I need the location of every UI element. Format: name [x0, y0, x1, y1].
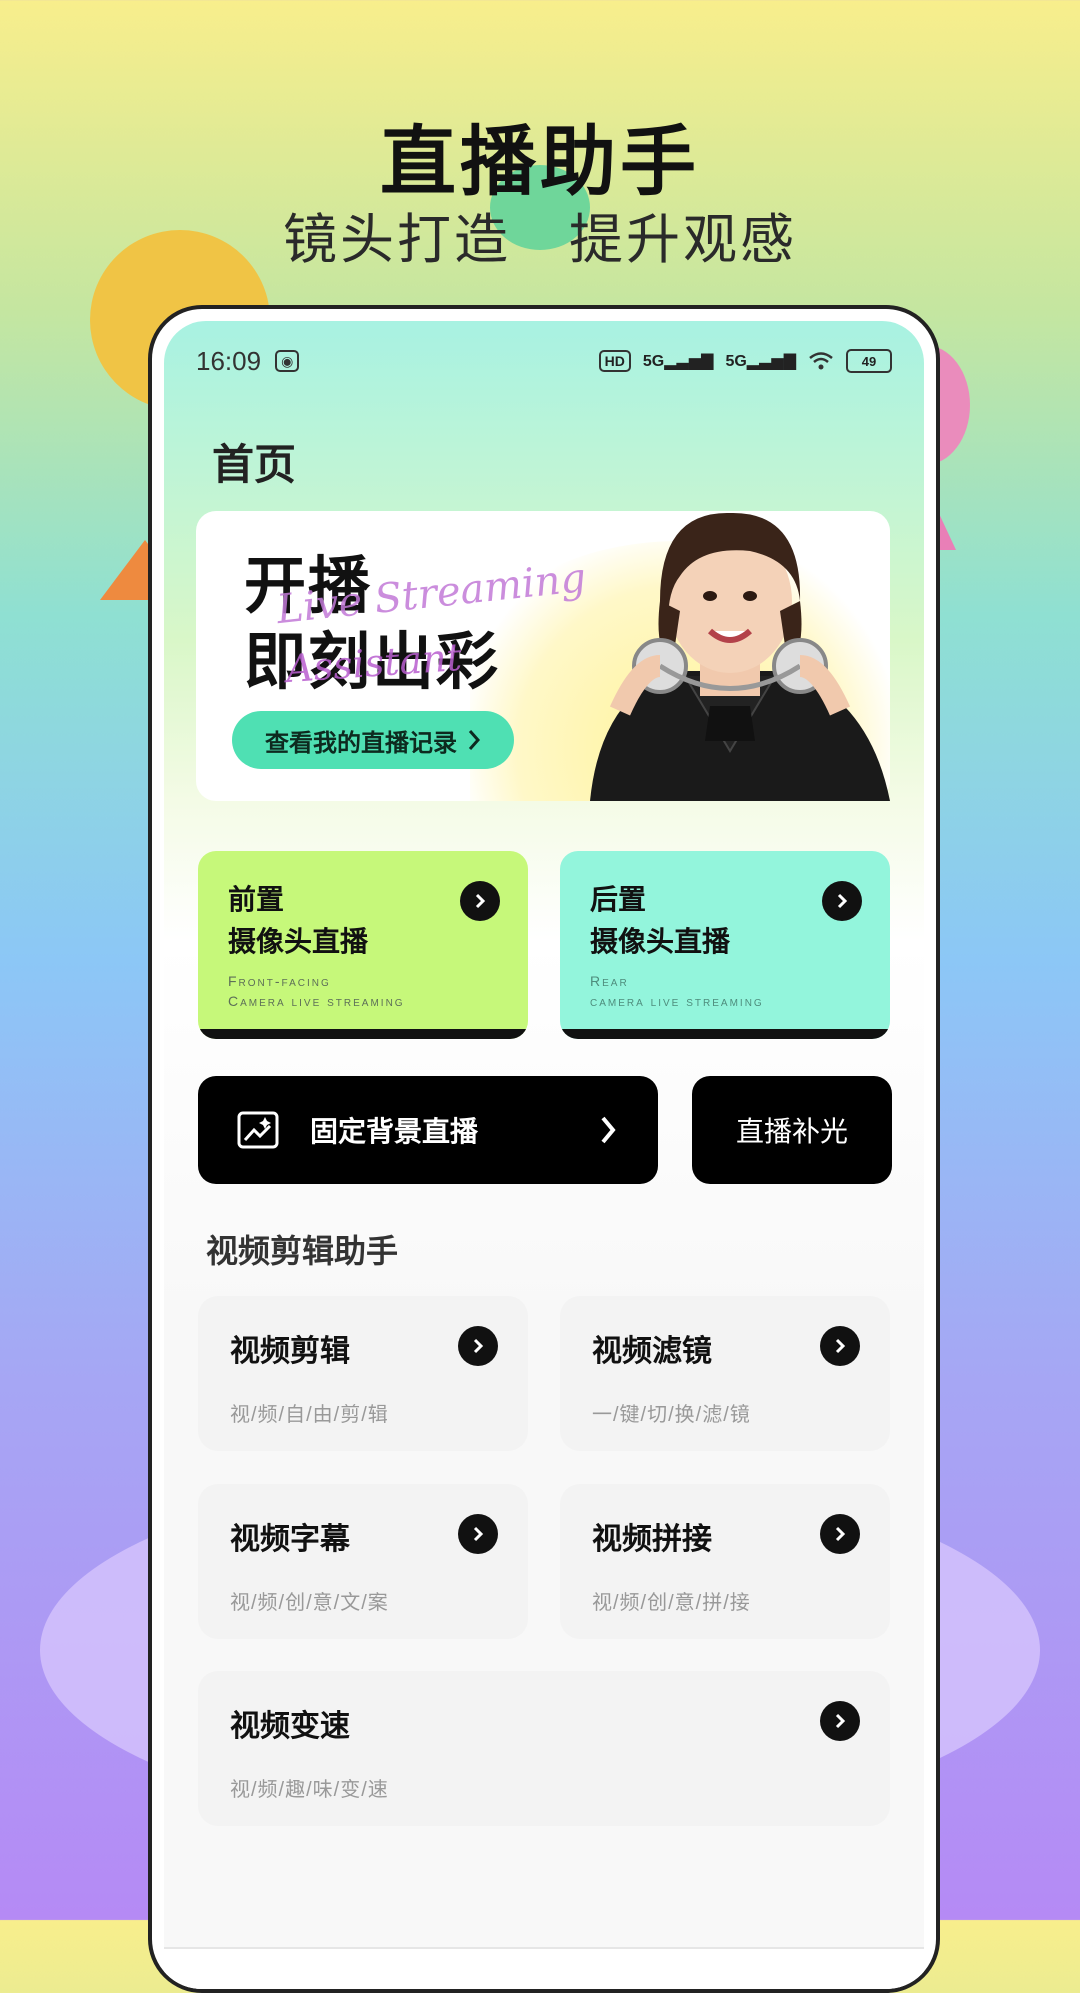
tool-card-video-subtitle[interactable]: 视频字幕 视/频/创/意/文/案	[198, 1484, 528, 1639]
tool-card-video-filter[interactable]: 视频滤镜 一/键/切/换/滤/镜	[560, 1296, 890, 1451]
card-base-bar	[560, 1029, 890, 1039]
arrow-right-icon	[458, 1326, 498, 1366]
rear-camera-subtitle: Rear camera live streaming	[590, 971, 764, 1011]
front-camera-subtitle-line1: Front-facing	[228, 973, 331, 989]
tool-title: 视频变速	[230, 1710, 350, 1743]
promo-subtitle: 镜头打造 提升观感	[282, 210, 797, 270]
card-base-bar	[198, 1029, 528, 1039]
app-notification-icon: ◉	[275, 350, 300, 372]
front-camera-subtitle: Front-facing Camera live streaming	[228, 971, 405, 1011]
front-camera-title-line1: 前置	[228, 884, 285, 915]
arrow-right-icon	[458, 1514, 498, 1554]
promo-banner[interactable]: 开播 即刻出彩 Live Streaming Assistant 查看我的直播记…	[196, 511, 890, 801]
image-sparkle-icon	[237, 1111, 279, 1149]
view-live-records-button[interactable]: 查看我的直播记录	[232, 711, 514, 769]
tool-subtitle: 视/频/趣/味/变/速	[230, 1779, 389, 1801]
signal-5g-icon: 5G▂▃▅▇	[725, 353, 796, 370]
arrow-right-icon	[820, 1326, 860, 1366]
tool-subtitle: 视/频/自/由/剪/辑	[230, 1404, 389, 1426]
fill-light-label: 直播补光	[735, 1116, 848, 1147]
tool-title: 视频拼接	[592, 1523, 712, 1556]
rear-camera-subtitle-line2: camera live streaming	[590, 993, 764, 1009]
arrow-right-icon	[820, 1514, 860, 1554]
page-title: 首页	[212, 441, 297, 488]
view-live-records-label: 查看我的直播记录	[265, 729, 457, 757]
wifi-icon	[809, 352, 833, 370]
fixed-background-live-button[interactable]: 固定背景直播	[198, 1076, 658, 1184]
tool-title: 视频剪辑	[230, 1335, 350, 1368]
rear-camera-title-line2: 摄像头直播	[590, 926, 731, 957]
fill-light-button[interactable]: 直播补光	[692, 1076, 892, 1184]
arrow-right-icon	[822, 881, 862, 921]
front-camera-live-card[interactable]: 前置 摄像头直播 Front-facing Camera live stream…	[198, 851, 528, 1039]
front-camera-subtitle-line2: Camera live streaming	[228, 993, 405, 1009]
signal-5g-icon: 5G▂▃▅▇	[642, 353, 714, 370]
chevron-right-icon	[468, 730, 481, 750]
tool-title: 视频字幕	[230, 1523, 350, 1556]
status-bar: 16:09 ◉ HD 5G▂▃▅▇ 5G▂▃▅▇ 49	[196, 341, 892, 381]
tool-subtitle: 一/键/切/换/滤/镜	[592, 1404, 751, 1426]
section-title-video-editor: 视频剪辑助手	[206, 1233, 399, 1269]
signal-5g-label: 5G	[725, 353, 747, 370]
rear-camera-subtitle-line1: Rear	[590, 973, 629, 989]
front-camera-title: 前置 摄像头直播	[228, 879, 368, 963]
tool-card-video-clip[interactable]: 视频剪辑 视/频/自/由/剪/辑	[198, 1296, 528, 1451]
rear-camera-title-line1: 后置	[590, 884, 647, 915]
chevron-right-icon	[601, 1116, 616, 1144]
rear-camera-title: 后置 摄像头直播	[590, 879, 730, 963]
app-screen: 16:09 ◉ HD 5G▂▃▅▇ 5G▂▃▅▇ 49 首页 开播 即刻出彩 L…	[164, 321, 924, 1989]
tool-subtitle: 视/频/创/意/拼/接	[592, 1592, 751, 1614]
signal-5g-label: 5G	[642, 353, 665, 370]
arrow-right-icon	[820, 1701, 860, 1741]
tool-title: 视频滤镜	[592, 1335, 712, 1368]
promo-title: 直播助手	[380, 120, 700, 205]
battery-icon: 49	[846, 349, 892, 373]
tool-subtitle: 视/频/创/意/文/案	[230, 1592, 389, 1614]
phone-frame: 16:09 ◉ HD 5G▂▃▅▇ 5G▂▃▅▇ 49 首页 开播 即刻出彩 L…	[148, 305, 940, 1993]
host-illustration	[590, 512, 890, 801]
tool-card-video-merge[interactable]: 视频拼接 视/频/创/意/拼/接	[560, 1484, 890, 1639]
tool-card-video-speed[interactable]: 视频变速 视/频/趣/味/变/速	[198, 1671, 890, 1826]
hd-icon: HD	[598, 350, 631, 372]
rear-camera-live-card[interactable]: 后置 摄像头直播 Rear camera live streaming	[560, 851, 890, 1039]
fixed-background-live-label: 固定背景直播	[310, 1116, 479, 1147]
arrow-right-icon	[460, 881, 500, 921]
bottom-tab-bar	[164, 1947, 924, 1989]
status-time: 16:09	[196, 345, 262, 376]
front-camera-title-line2: 摄像头直播	[228, 926, 369, 957]
